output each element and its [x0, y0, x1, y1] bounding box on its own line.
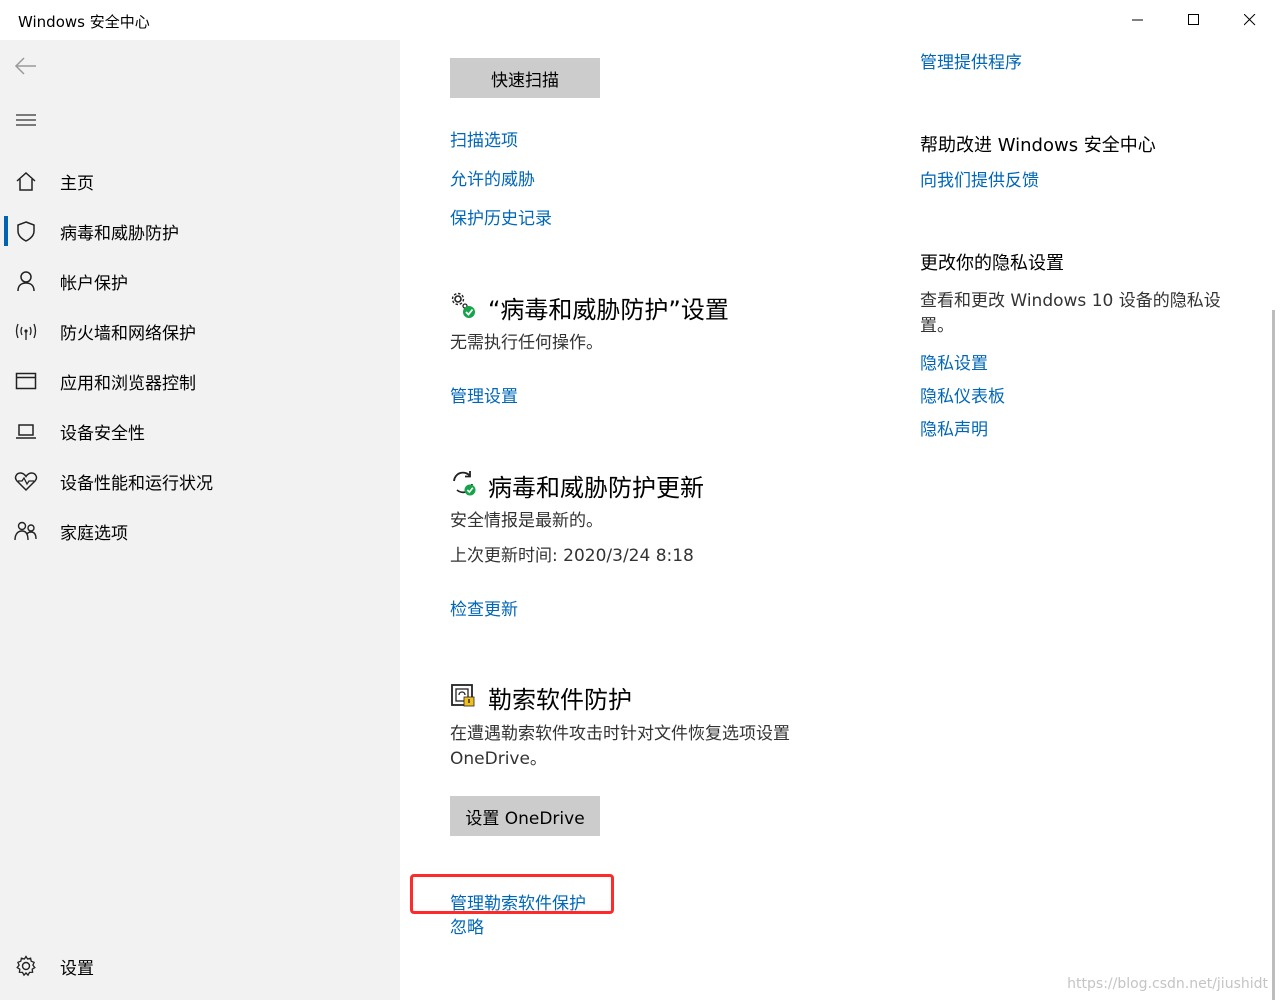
settings-status-text: 无需执行任何操作。 [450, 333, 603, 353]
privacy-title: 更改你的隐私设置 [920, 253, 1064, 274]
manage-providers-link[interactable]: 管理提供程序 [920, 48, 1022, 73]
close-button[interactable] [1222, 0, 1278, 40]
quick-scan-button[interactable]: 快速扫描 [450, 58, 600, 98]
window-title: Windows 安全中心 [18, 13, 150, 31]
feedback-link[interactable]: 向我们提供反馈 [920, 166, 1039, 191]
improve-title: 帮助改进 Windows 安全中心 [920, 135, 1156, 156]
sidebar-item-label: 主页 [60, 173, 94, 194]
title-bar: Windows 安全中心 [0, 0, 1280, 40]
heart-icon [14, 469, 38, 493]
dismiss-link[interactable]: 忽略 [450, 913, 484, 938]
shield-icon [14, 219, 38, 243]
sidebar-item-label: 家庭选项 [60, 523, 128, 544]
sidebar-item-app-browser[interactable]: 应用和浏览器控制 [0, 358, 400, 404]
privacy-description: 查看和更改 Windows 10 设备的隐私设置。 [920, 291, 1221, 336]
manage-settings-link[interactable]: 管理设置 [450, 382, 518, 407]
sidebar-item-label: 帐户保护 [60, 273, 128, 294]
sidebar: 主页 病毒和威胁防护 帐户保护 防火墙和网络保护 应用和浏览器控制 设备安全性 [0, 40, 400, 1000]
watermark: https://blog.csdn.net/jiushidt [1067, 976, 1268, 992]
sidebar-item-account[interactable]: 帐户保护 [0, 258, 400, 304]
check-updates-link[interactable]: 检查更新 [450, 595, 518, 620]
ransomware-description: 在遭遇勒索软件攻击时针对文件恢复选项设置 OneDrive。 [450, 724, 790, 769]
vertical-scrollbar[interactable] [1272, 310, 1275, 1000]
home-icon [14, 169, 38, 193]
back-arrow-icon [14, 57, 36, 75]
ransomware-folder-lock-icon [450, 682, 478, 710]
minimize-button[interactable] [1110, 0, 1166, 40]
sidebar-item-virus-protection[interactable]: 病毒和威胁防护 [0, 208, 400, 254]
settings-gear-check-icon [450, 292, 478, 320]
highlight-box [410, 874, 614, 914]
sidebar-settings-label: 设置 [60, 958, 94, 979]
wifi-icon [14, 319, 38, 343]
hamburger-icon [16, 114, 36, 126]
person-icon [14, 269, 38, 293]
privacy-statement-link[interactable]: 隐私声明 [920, 415, 988, 440]
scan-options-link[interactable]: 扫描选项 [450, 126, 518, 151]
sidebar-item-device-health[interactable]: 设备性能和运行状况 [0, 458, 400, 504]
privacy-settings-link[interactable]: 隐私设置 [920, 349, 988, 374]
sidebar-item-home[interactable]: 主页 [0, 158, 400, 204]
protection-history-link[interactable]: 保护历史记录 [450, 204, 552, 229]
ransomware-section-title: 勒索软件防护 [488, 686, 632, 714]
sidebar-item-label: 设备性能和运行状况 [60, 473, 213, 494]
sidebar-item-settings[interactable]: 设置 [0, 943, 400, 989]
family-icon [14, 519, 38, 543]
updates-section-title: 病毒和威胁防护更新 [488, 474, 704, 502]
sidebar-item-firewall[interactable]: 防火墙和网络保护 [0, 308, 400, 354]
laptop-icon [14, 419, 38, 443]
sidebar-item-family[interactable]: 家庭选项 [0, 508, 400, 554]
gear-icon [14, 954, 38, 978]
sidebar-item-label: 应用和浏览器控制 [60, 373, 196, 394]
setup-onedrive-button[interactable]: 设置 OneDrive [450, 796, 600, 836]
last-update-text: 上次更新时间: 2020/3/24 8:18 [450, 546, 694, 566]
minimize-icon [1132, 19, 1143, 21]
sidebar-item-label: 病毒和威胁防护 [60, 223, 179, 244]
privacy-dashboard-link[interactable]: 隐私仪表板 [920, 382, 1005, 407]
hamburger-menu-button[interactable] [8, 102, 44, 138]
allowed-threats-link[interactable]: 允许的威胁 [450, 165, 535, 190]
app-window-icon [14, 369, 38, 393]
updates-status-text: 安全情报是最新的。 [450, 511, 603, 531]
back-button[interactable] [8, 48, 44, 84]
sidebar-item-label: 防火墙和网络保护 [60, 323, 196, 344]
update-refresh-icon [450, 469, 478, 497]
settings-section-title: “病毒和威胁防护”设置 [488, 296, 729, 324]
sidebar-item-label: 设备安全性 [60, 423, 145, 444]
maximize-icon [1188, 14, 1199, 25]
sidebar-item-device-security[interactable]: 设备安全性 [0, 408, 400, 454]
maximize-button[interactable] [1166, 0, 1222, 40]
close-icon [1244, 14, 1256, 26]
